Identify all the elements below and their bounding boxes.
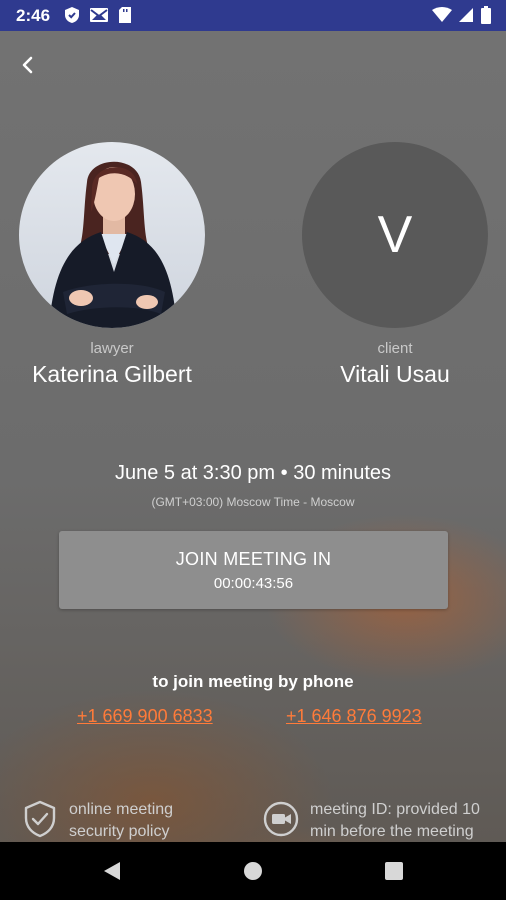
phone-number-link[interactable]: +1 646 876 9923 xyxy=(286,706,422,727)
signal-icon xyxy=(459,8,473,22)
shield-check-icon xyxy=(24,800,56,838)
client-avatar: V xyxy=(302,142,488,328)
meeting-screen: lawyer Katerina Gilbert V client Vitali … xyxy=(0,31,506,842)
join-meeting-label: JOIN MEETING IN xyxy=(175,549,332,569)
battery-icon xyxy=(481,6,491,24)
lawyer-name: Katerina Gilbert xyxy=(32,361,192,387)
status-time: 2:46 xyxy=(16,6,51,25)
join-countdown: 00:00:43:56 xyxy=(213,575,294,592)
system-icons xyxy=(432,6,492,24)
shield-icon xyxy=(65,7,79,23)
client-initial: V xyxy=(377,206,413,264)
client-role: client xyxy=(377,340,413,357)
notification-icons xyxy=(64,6,132,24)
phone-number-link[interactable]: +1 669 900 6833 xyxy=(77,706,213,727)
sd-card-icon xyxy=(119,7,131,23)
video-camera-icon xyxy=(263,801,299,837)
status-bar: 2:46 xyxy=(0,0,506,31)
system-nav-bar xyxy=(0,842,506,900)
mail-icon xyxy=(90,8,108,22)
lawyer-card[interactable]: lawyer Katerina Gilbert xyxy=(12,142,212,388)
meeting-id-text: meeting ID: provided 10 min before the m… xyxy=(310,801,480,840)
home-circle-icon[interactable] xyxy=(241,859,265,883)
recents-square-icon[interactable] xyxy=(382,859,406,883)
meeting-schedule: June 5 at 3:30 pm • 30 minutes xyxy=(114,462,392,484)
meeting-id-info: meeting ID: provided 10 min before the m… xyxy=(263,799,500,842)
phone-join-title: to join meeting by phone xyxy=(152,672,354,691)
lawyer-photo xyxy=(49,161,177,328)
back-triangle-icon[interactable] xyxy=(100,859,124,883)
chevron-left-icon[interactable] xyxy=(14,51,42,79)
client-card[interactable]: V client Vitali Usau xyxy=(295,142,495,388)
client-name: Vitali Usau xyxy=(340,361,450,387)
security-policy-text: online meeting security policy xyxy=(69,801,174,840)
lawyer-avatar xyxy=(19,142,205,328)
meeting-timezone: (GMT+03:00) Moscow Time - Moscow xyxy=(151,495,355,509)
lawyer-role: lawyer xyxy=(90,340,134,357)
wifi-icon xyxy=(432,7,452,22)
join-meeting-button[interactable]: JOIN MEETING IN 00:00:43:56 xyxy=(59,531,448,609)
security-policy-link[interactable]: online meeting security policy xyxy=(22,799,199,842)
